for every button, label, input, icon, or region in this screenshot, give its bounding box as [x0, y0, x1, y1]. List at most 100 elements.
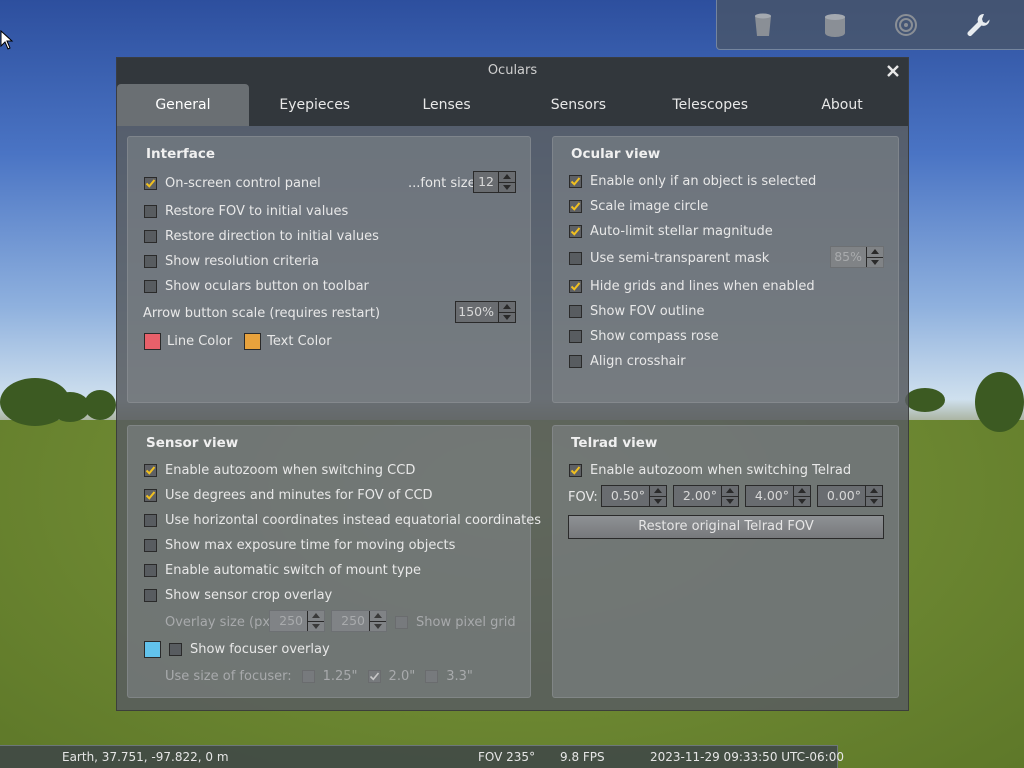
tab-telescopes[interactable]: Telescopes — [644, 84, 776, 126]
checkbox-checked[interactable] — [569, 199, 582, 213]
line-color-swatch[interactable] — [144, 332, 161, 350]
telrad-fov-2-spinbox[interactable]: 2.00° — [673, 485, 739, 507]
checkbox[interactable] — [144, 279, 157, 293]
show-resolution-checkbox[interactable]: Show resolution criteria — [144, 251, 319, 271]
checkbox[interactable] — [569, 304, 582, 318]
checkbox[interactable] — [395, 615, 408, 629]
tab-about[interactable]: About — [776, 84, 908, 126]
telrad-fov-4-spinbox[interactable]: 0.00° — [817, 485, 883, 507]
checkbox-checked[interactable] — [569, 174, 582, 188]
telrad-fov-1-spinbox[interactable]: 0.50° — [601, 485, 667, 507]
spin-down-icon[interactable] — [650, 495, 666, 507]
location-readout[interactable]: Earth, 37.751, -97.822, 0 m — [62, 750, 229, 764]
checkbox[interactable] — [301, 669, 315, 683]
spin-down-icon[interactable] — [499, 311, 515, 323]
spin-up-icon[interactable] — [794, 486, 810, 496]
spin-up-icon[interactable] — [867, 247, 883, 257]
pixel-grid-checkbox[interactable]: Show pixel grid — [395, 612, 516, 632]
spin-value[interactable]: 150% — [456, 302, 498, 322]
dialog-title-bar[interactable]: Oculars — [117, 58, 908, 84]
spin-down-icon[interactable] — [370, 620, 386, 632]
semi-mask-checkbox[interactable]: Use semi-transparent mask — [569, 248, 769, 268]
telescope-cup-icon[interactable] — [820, 10, 850, 40]
checkbox-checked[interactable] — [144, 176, 157, 190]
checkbox[interactable] — [144, 563, 157, 577]
spin-value[interactable]: 4.00° — [746, 486, 793, 506]
mask-opacity-spinbox[interactable]: 85% — [830, 246, 884, 268]
spin-down-icon[interactable] — [794, 495, 810, 507]
hide-grids-checkbox[interactable]: Hide grids and lines when enabled — [569, 276, 815, 296]
checkbox[interactable] — [169, 642, 182, 656]
checkbox-checked[interactable] — [569, 279, 582, 293]
spin-up-icon[interactable] — [308, 611, 324, 621]
spin-up-icon[interactable] — [722, 486, 738, 496]
spin-up-icon[interactable] — [499, 302, 515, 312]
checkbox[interactable] — [425, 669, 439, 683]
spin-down-icon[interactable] — [867, 256, 883, 268]
sensor-icon[interactable] — [891, 10, 921, 40]
tab-eyepieces[interactable]: Eyepieces — [249, 84, 381, 126]
checkbox[interactable] — [569, 354, 582, 368]
spin-up-icon[interactable] — [866, 486, 882, 496]
fov-outline-checkbox[interactable]: Show FOV outline — [569, 301, 704, 321]
spin-up-icon[interactable] — [650, 486, 666, 496]
degrees-minutes-checkbox[interactable]: Use degrees and minutes for FOV of CCD — [144, 485, 433, 505]
crop-overlay-checkbox[interactable]: Show sensor crop overlay — [144, 585, 332, 605]
onscreen-panel-checkbox[interactable]: On-screen control panel — [144, 173, 321, 193]
telrad-fov-3-spinbox[interactable]: 4.00° — [745, 485, 811, 507]
checkbox[interactable] — [144, 538, 157, 552]
checkbox[interactable] — [144, 513, 157, 527]
wrench-icon[interactable] — [963, 10, 993, 40]
spin-down-icon[interactable] — [499, 181, 515, 193]
checkbox[interactable] — [569, 251, 582, 265]
autozoom-telrad-checkbox[interactable]: Enable autozoom when switching Telrad — [569, 460, 851, 480]
scale-circle-checkbox[interactable]: Scale image circle — [569, 196, 708, 216]
compass-rose-checkbox[interactable]: Show compass rose — [569, 326, 719, 346]
checkbox[interactable] — [144, 588, 157, 602]
spin-value[interactable]: 85% — [831, 247, 866, 267]
checkbox-checked[interactable] — [569, 224, 582, 238]
focuser-color-swatch[interactable] — [144, 640, 161, 658]
arrow-scale-spinbox[interactable]: 150% — [455, 301, 516, 323]
align-crosshair-checkbox[interactable]: Align crosshair — [569, 351, 686, 371]
max-exposure-checkbox[interactable]: Show max exposure time for moving object… — [144, 535, 455, 555]
enable-selected-checkbox[interactable]: Enable only if an object is selected — [569, 171, 816, 191]
tab-lenses[interactable]: Lenses — [381, 84, 513, 126]
spin-value[interactable]: 12 — [474, 172, 498, 192]
bucket-icon[interactable] — [748, 10, 778, 40]
spin-value[interactable]: 250 — [332, 611, 369, 631]
datetime-readout[interactable]: 2023-11-29 09:33:50 UTC-06:00 — [650, 750, 844, 764]
checkbox[interactable] — [144, 254, 157, 268]
checkbox[interactable] — [569, 329, 582, 343]
tab-sensors[interactable]: Sensors — [512, 84, 644, 126]
checkbox-checked[interactable] — [144, 463, 157, 477]
text-color-swatch[interactable] — [244, 332, 262, 350]
close-button[interactable] — [882, 60, 904, 82]
restore-fov-checkbox[interactable]: Restore FOV to initial values — [144, 201, 348, 221]
tab-general[interactable]: General — [117, 84, 249, 126]
spin-value[interactable]: 0.50° — [602, 486, 649, 506]
spin-up-icon[interactable] — [370, 611, 386, 621]
restore-telrad-fov-button[interactable]: Restore original Telrad FOV — [568, 515, 884, 539]
horizontal-coords-checkbox[interactable]: Use horizontal coordinates instead equat… — [144, 510, 541, 530]
spin-value[interactable]: 0.00° — [818, 486, 865, 506]
spin-down-icon[interactable] — [866, 495, 882, 507]
spin-value[interactable]: 2.00° — [674, 486, 721, 506]
autozoom-ccd-checkbox[interactable]: Enable autozoom when switching CCD — [144, 460, 415, 480]
font-size-spinbox[interactable]: 12 — [473, 171, 516, 193]
checkbox[interactable] — [144, 229, 157, 243]
spin-up-icon[interactable] — [499, 172, 515, 182]
show-oculars-button-checkbox[interactable]: Show oculars button on toolbar — [144, 276, 369, 296]
overlay-width-spinbox[interactable]: 250 — [269, 610, 325, 632]
checkbox[interactable] — [144, 204, 157, 218]
spin-down-icon[interactable] — [308, 620, 324, 632]
spin-down-icon[interactable] — [722, 495, 738, 507]
auto-mount-checkbox[interactable]: Enable automatic switch of mount type — [144, 560, 421, 580]
overlay-height-spinbox[interactable]: 250 — [331, 610, 387, 632]
checkbox-checked[interactable] — [569, 463, 582, 477]
restore-direction-checkbox[interactable]: Restore direction to initial values — [144, 226, 379, 246]
checkbox-checked[interactable] — [367, 669, 381, 683]
checkbox-checked[interactable] — [144, 488, 157, 502]
spin-value[interactable]: 250 — [270, 611, 307, 631]
auto-limit-checkbox[interactable]: Auto-limit stellar magnitude — [569, 221, 773, 241]
